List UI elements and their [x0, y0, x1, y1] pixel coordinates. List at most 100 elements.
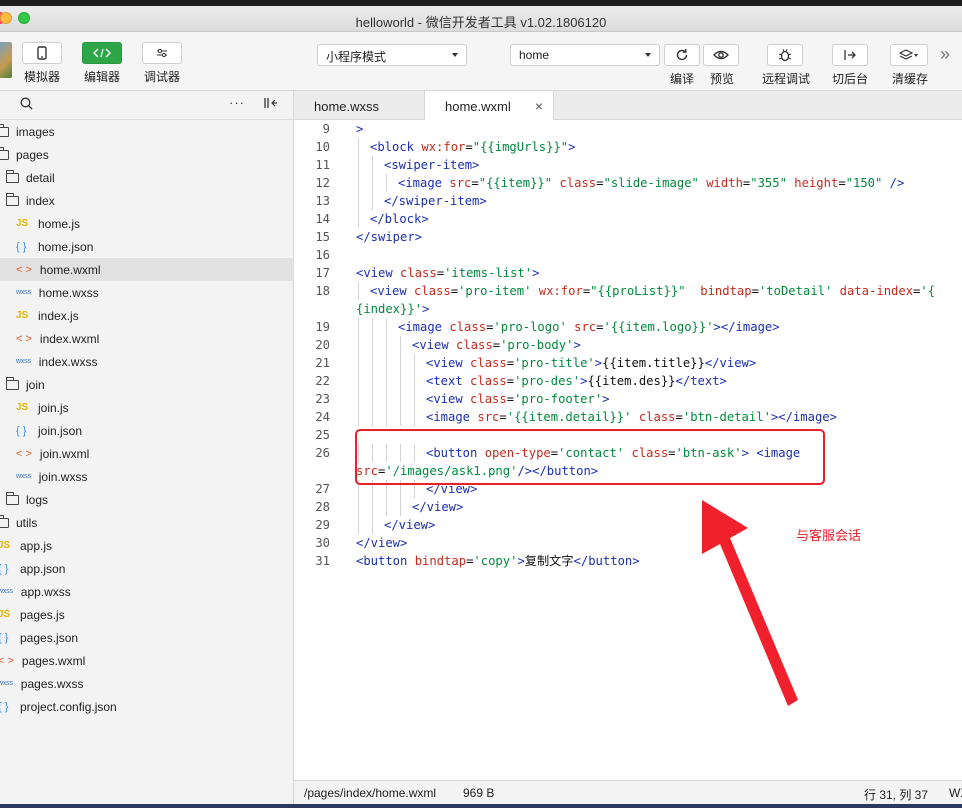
folder-item[interactable]: index: [0, 189, 294, 212]
page-select-value: home: [519, 48, 550, 62]
more-tools-icon[interactable]: »: [940, 44, 950, 65]
folder-item[interactable]: join: [0, 373, 294, 396]
line-number: 27: [315, 482, 330, 496]
indent-guide: [386, 336, 387, 354]
cursor-position[interactable]: 行 31, 列 37: [864, 786, 928, 803]
code-line[interactable]: 31 <button bindtap='copy'>复制文字</button>: [294, 552, 962, 570]
debugger-tool[interactable]: 调试器: [142, 42, 182, 85]
code-line[interactable]: 15 </swiper>: [294, 228, 962, 246]
code-text: <view class='pro-body'>: [412, 336, 581, 354]
file-item[interactable]: wxss pages.wxss: [0, 672, 294, 695]
page-select[interactable]: home: [510, 44, 660, 66]
background-button[interactable]: [832, 44, 868, 66]
code-icon: [93, 48, 111, 58]
tab-home-wxml[interactable]: home.wxml ×: [424, 91, 554, 121]
code-line[interactable]: 14 </block>: [294, 210, 962, 228]
background-label: 切后台: [832, 72, 869, 86]
chevron-down-icon: [645, 53, 651, 57]
tree-item-label: join: [26, 377, 45, 392]
file-item[interactable]: wxss index.wxss: [0, 350, 294, 373]
file-item[interactable]: { } app.json: [0, 557, 294, 580]
tree-item-label: join.js: [38, 400, 69, 415]
clear-cache-button[interactable]: [890, 44, 928, 66]
compile-button[interactable]: [664, 44, 700, 66]
tab-label: home.wxss: [314, 99, 380, 114]
wxml-file-icon: < >: [0, 654, 14, 667]
file-item[interactable]: JS app.js: [0, 534, 294, 557]
file-item[interactable]: < > index.wxml: [0, 327, 294, 350]
indent-guide: [358, 210, 359, 228]
code-line[interactable]: 16: [294, 246, 962, 264]
wxss-file-icon: wxss: [0, 588, 13, 595]
folder-icon: [0, 123, 9, 137]
indent-guide: [400, 498, 401, 516]
editor-tool[interactable]: 编辑器: [82, 42, 122, 85]
code-line[interactable]: 28 </view>: [294, 498, 962, 516]
file-item[interactable]: JS pages.js: [0, 603, 294, 626]
file-item[interactable]: < > pages.wxml: [0, 649, 294, 672]
encoding-indicator[interactable]: WX: [949, 786, 962, 800]
file-item[interactable]: { } home.json: [0, 235, 294, 258]
file-item[interactable]: { } project.config.json: [0, 695, 294, 718]
collapse-sidebar-icon[interactable]: [264, 97, 278, 112]
code-text: {index}}'>: [356, 300, 429, 318]
code-line[interactable]: 24 <image src='{{item.detail}}' class='bt…: [294, 408, 962, 426]
folder-item[interactable]: logs: [0, 488, 294, 511]
line-number: 28: [315, 500, 330, 514]
code-line[interactable]: 19 <image class='pro-logo' src='{{item.lo…: [294, 318, 962, 336]
indent-guide: [358, 318, 359, 336]
code-line[interactable]: 29 </view>: [294, 516, 962, 534]
code-line[interactable]: 18 <view class='pro-item' wx:for="{{proLi…: [294, 282, 962, 300]
code-line[interactable]: 13 </swiper-item>: [294, 192, 962, 210]
tree-item-label: home.wxml: [39, 262, 101, 277]
code-line[interactable]: 23 <view class='pro-footer'>: [294, 390, 962, 408]
file-item[interactable]: JS index.js: [0, 304, 294, 327]
code-line[interactable]: 11 <swiper-item>: [294, 156, 962, 174]
code-line[interactable]: 12 <image src="{{item}}" class="slide-ima…: [294, 174, 962, 192]
simulator-button[interactable]: [22, 42, 62, 64]
mode-select[interactable]: 小程序模式: [317, 44, 467, 66]
more-options-icon[interactable]: ···: [229, 95, 245, 110]
code-line[interactable]: 10 <block wx:for="{{imgUrls}}">: [294, 138, 962, 156]
file-item[interactable]: JS join.js: [0, 396, 294, 419]
debugger-button[interactable]: [142, 42, 182, 64]
preview-button[interactable]: [703, 44, 739, 66]
wxml-file-icon: < >: [16, 332, 32, 345]
file-item[interactable]: wxss join.wxss: [0, 465, 294, 488]
tree-item-label: app.wxss: [20, 584, 71, 599]
code-line[interactable]: {index}}'>: [294, 300, 962, 318]
file-item[interactable]: wxss app.wxss: [0, 580, 294, 603]
folder-item[interactable]: utils: [0, 511, 294, 534]
json-file-icon: { }: [0, 562, 9, 575]
folder-item[interactable]: pages: [0, 143, 294, 166]
code-token: '{{item.detail}}': [506, 410, 632, 424]
tab-home-wxss[interactable]: home.wxss: [314, 91, 424, 120]
code-token: {{item.des}}: [587, 374, 676, 388]
folder-item[interactable]: images: [0, 120, 294, 143]
code-line[interactable]: 20 <view class='pro-body'>: [294, 336, 962, 354]
remote-debug-button[interactable]: [767, 44, 803, 66]
code-token: 复制文字: [524, 554, 574, 568]
code-text: <view class='pro-item' wx:for="{{proList…: [370, 282, 935, 300]
code-token: =: [751, 284, 759, 298]
file-item[interactable]: { } join.json: [0, 419, 294, 442]
file-item[interactable]: wxss home.wxss: [0, 281, 294, 304]
folder-item[interactable]: detail: [0, 166, 294, 189]
file-item[interactable]: { } pages.json: [0, 626, 294, 649]
clear-cache-label: 清缓存: [892, 72, 929, 86]
search-icon[interactable]: [20, 97, 33, 113]
code-line[interactable]: 17 <view class='items-list'>: [294, 264, 962, 282]
code-text: </view>: [356, 534, 407, 552]
close-icon[interactable]: ×: [535, 98, 543, 114]
file-item[interactable]: < > join.wxml: [0, 442, 294, 465]
code-line[interactable]: 30 </view>: [294, 534, 962, 552]
user-avatar[interactable]: [0, 42, 12, 78]
editor-button[interactable]: [82, 42, 122, 64]
simulator-tool[interactable]: 模拟器: [22, 42, 62, 85]
code-line[interactable]: 22 <text class='pro-des'>{{item.des}}</te…: [294, 372, 962, 390]
code-line[interactable]: 9 >: [294, 120, 962, 138]
file-item[interactable]: JS home.js: [0, 212, 294, 235]
highlight-box: [355, 429, 825, 485]
file-item[interactable]: < > home.wxml: [0, 258, 294, 281]
code-line[interactable]: 21 <view class='pro-title'>{{item.title}}…: [294, 354, 962, 372]
